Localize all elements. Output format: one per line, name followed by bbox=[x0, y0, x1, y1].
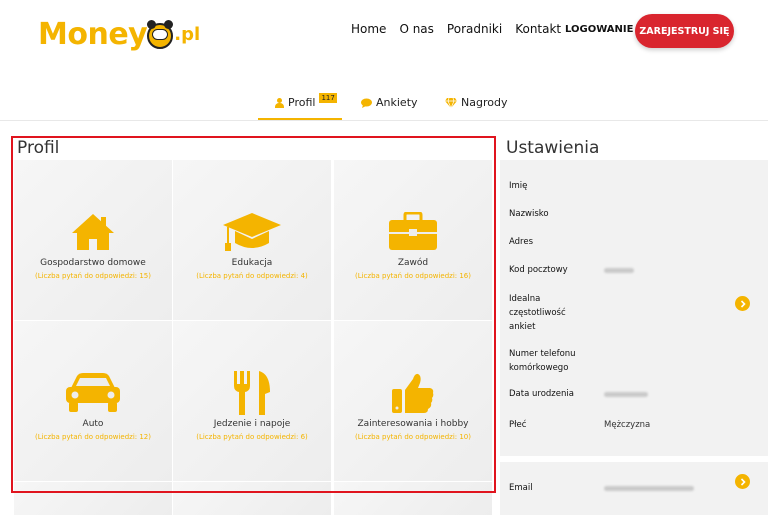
main-nav: Home O nas Poradniki Kontakt bbox=[351, 22, 574, 36]
tab-nagrody[interactable]: Nagrody bbox=[445, 96, 507, 109]
nav-o-nas[interactable]: O nas bbox=[399, 22, 433, 36]
category-name: Jedzenie i napoje bbox=[213, 419, 291, 429]
profile-section-title: Profil bbox=[17, 138, 60, 158]
setting-label-telefon: Numer telefonu komórkowego bbox=[509, 349, 576, 373]
setting-label-kod: Kod pocztowy bbox=[509, 265, 568, 275]
nav-kontakt[interactable]: Kontakt bbox=[515, 22, 561, 36]
settings-divider bbox=[500, 456, 768, 462]
notification-badge: 117 bbox=[319, 92, 337, 103]
category-tile-partial bbox=[14, 482, 172, 515]
setting-label-czestotliwosc: Idealna częstotliwość ankiet bbox=[509, 294, 566, 332]
category-questions-count: (Liczba pytań do odpowiedzi: 10) bbox=[354, 433, 471, 441]
car-icon bbox=[66, 373, 120, 412]
thumbs-up-icon bbox=[392, 373, 434, 413]
setting-value-kod bbox=[604, 266, 634, 276]
setting-edit-czestotliwosc-button[interactable] bbox=[735, 296, 750, 311]
chat-bubble-icon bbox=[361, 98, 372, 108]
tabs-divider bbox=[0, 120, 768, 121]
category-tile-edukacja[interactable]: Edukacja (Liczba pytań do odpowiedzi: 4) bbox=[173, 160, 331, 320]
tab-nagrody-label: Nagrody bbox=[461, 96, 508, 109]
fork-knife-icon bbox=[234, 371, 270, 415]
logo-suffix: .pl bbox=[174, 24, 201, 45]
nav-poradniki[interactable]: Poradniki bbox=[447, 22, 502, 36]
category-questions-count: (Liczba pytań do odpowiedzi: 12) bbox=[34, 433, 151, 441]
register-button[interactable]: ZAREJESTRUJ SIĘ bbox=[635, 14, 734, 48]
category-tile-auto[interactable]: Auto (Liczba pytań do odpowiedzi: 12) bbox=[14, 321, 172, 481]
category-tile-gospodarstwo[interactable]: Gospodarstwo domowe (Liczba pytań do odp… bbox=[14, 160, 172, 320]
chevron-right-icon bbox=[740, 477, 746, 486]
category-questions-count: (Liczba pytań do odpowiedzi: 16) bbox=[354, 272, 471, 280]
setting-label-adres: Adres bbox=[509, 237, 534, 247]
category-tile-zawod[interactable]: Zawód (Liczba pytań do odpowiedzi: 16) bbox=[334, 160, 492, 320]
category-name: Zawód bbox=[397, 258, 429, 268]
tab-profil-label: Profil bbox=[288, 96, 316, 109]
setting-label-plec: Płeć bbox=[509, 420, 527, 430]
category-name: Edukacja bbox=[231, 258, 273, 268]
setting-label-nazwisko: Nazwisko bbox=[509, 209, 549, 219]
profile-tabs: Profil 117 Ankiety Nagrody bbox=[0, 92, 768, 122]
setting-label-imie: Imię bbox=[509, 181, 528, 191]
tab-ankiety[interactable]: Ankiety bbox=[361, 96, 418, 109]
category-name: Gospodarstwo domowe bbox=[40, 258, 146, 268]
settings-section-title: Ustawienia bbox=[506, 138, 600, 158]
house-icon bbox=[72, 214, 114, 250]
category-name: Zainteresowania i hobby bbox=[357, 419, 469, 429]
category-name: Auto bbox=[82, 419, 104, 429]
panda-logo-icon bbox=[147, 20, 174, 49]
category-tile-partial bbox=[173, 482, 331, 515]
logo-text: Money bbox=[38, 17, 148, 52]
category-tile-zainteresowania[interactable]: Zainteresowania i hobby (Liczba pytań do… bbox=[334, 321, 492, 481]
diamond-icon bbox=[445, 97, 457, 108]
setting-label-data-urodzenia: Data urodzenia bbox=[509, 389, 574, 399]
setting-value-plec: Mężczyzna bbox=[604, 420, 651, 430]
setting-value-email bbox=[604, 484, 694, 494]
category-tile-jedzenie[interactable]: Jedzenie i napoje (Liczba pytań do odpow… bbox=[173, 321, 331, 481]
briefcase-icon bbox=[389, 212, 437, 250]
category-questions-count: (Liczba pytań do odpowiedzi: 15) bbox=[34, 272, 151, 280]
profile-category-grid: Gospodarstwo domowe (Liczba pytań do odp… bbox=[14, 160, 494, 515]
logo[interactable]: Money .pl bbox=[38, 12, 200, 52]
person-icon bbox=[275, 97, 284, 108]
login-link[interactable]: LOGOWANIE bbox=[565, 24, 633, 35]
nav-home[interactable]: Home bbox=[351, 22, 386, 36]
category-questions-count: (Liczba pytań do odpowiedzi: 4) bbox=[196, 272, 308, 280]
tab-ankiety-label: Ankiety bbox=[376, 96, 418, 109]
setting-edit-email-button[interactable] bbox=[735, 474, 750, 489]
setting-value-data-urodzenia bbox=[604, 390, 648, 400]
header: Money .pl Home O nas Poradniki Kontakt L… bbox=[0, 0, 768, 64]
tab-profil[interactable]: Profil 117 bbox=[275, 92, 337, 109]
category-questions-count: (Liczba pytań do odpowiedzi: 6) bbox=[196, 433, 308, 441]
chevron-right-icon bbox=[740, 299, 746, 308]
setting-label-email: Email bbox=[509, 483, 533, 493]
graduation-cap-icon bbox=[223, 213, 281, 251]
category-tile-partial bbox=[334, 482, 492, 515]
